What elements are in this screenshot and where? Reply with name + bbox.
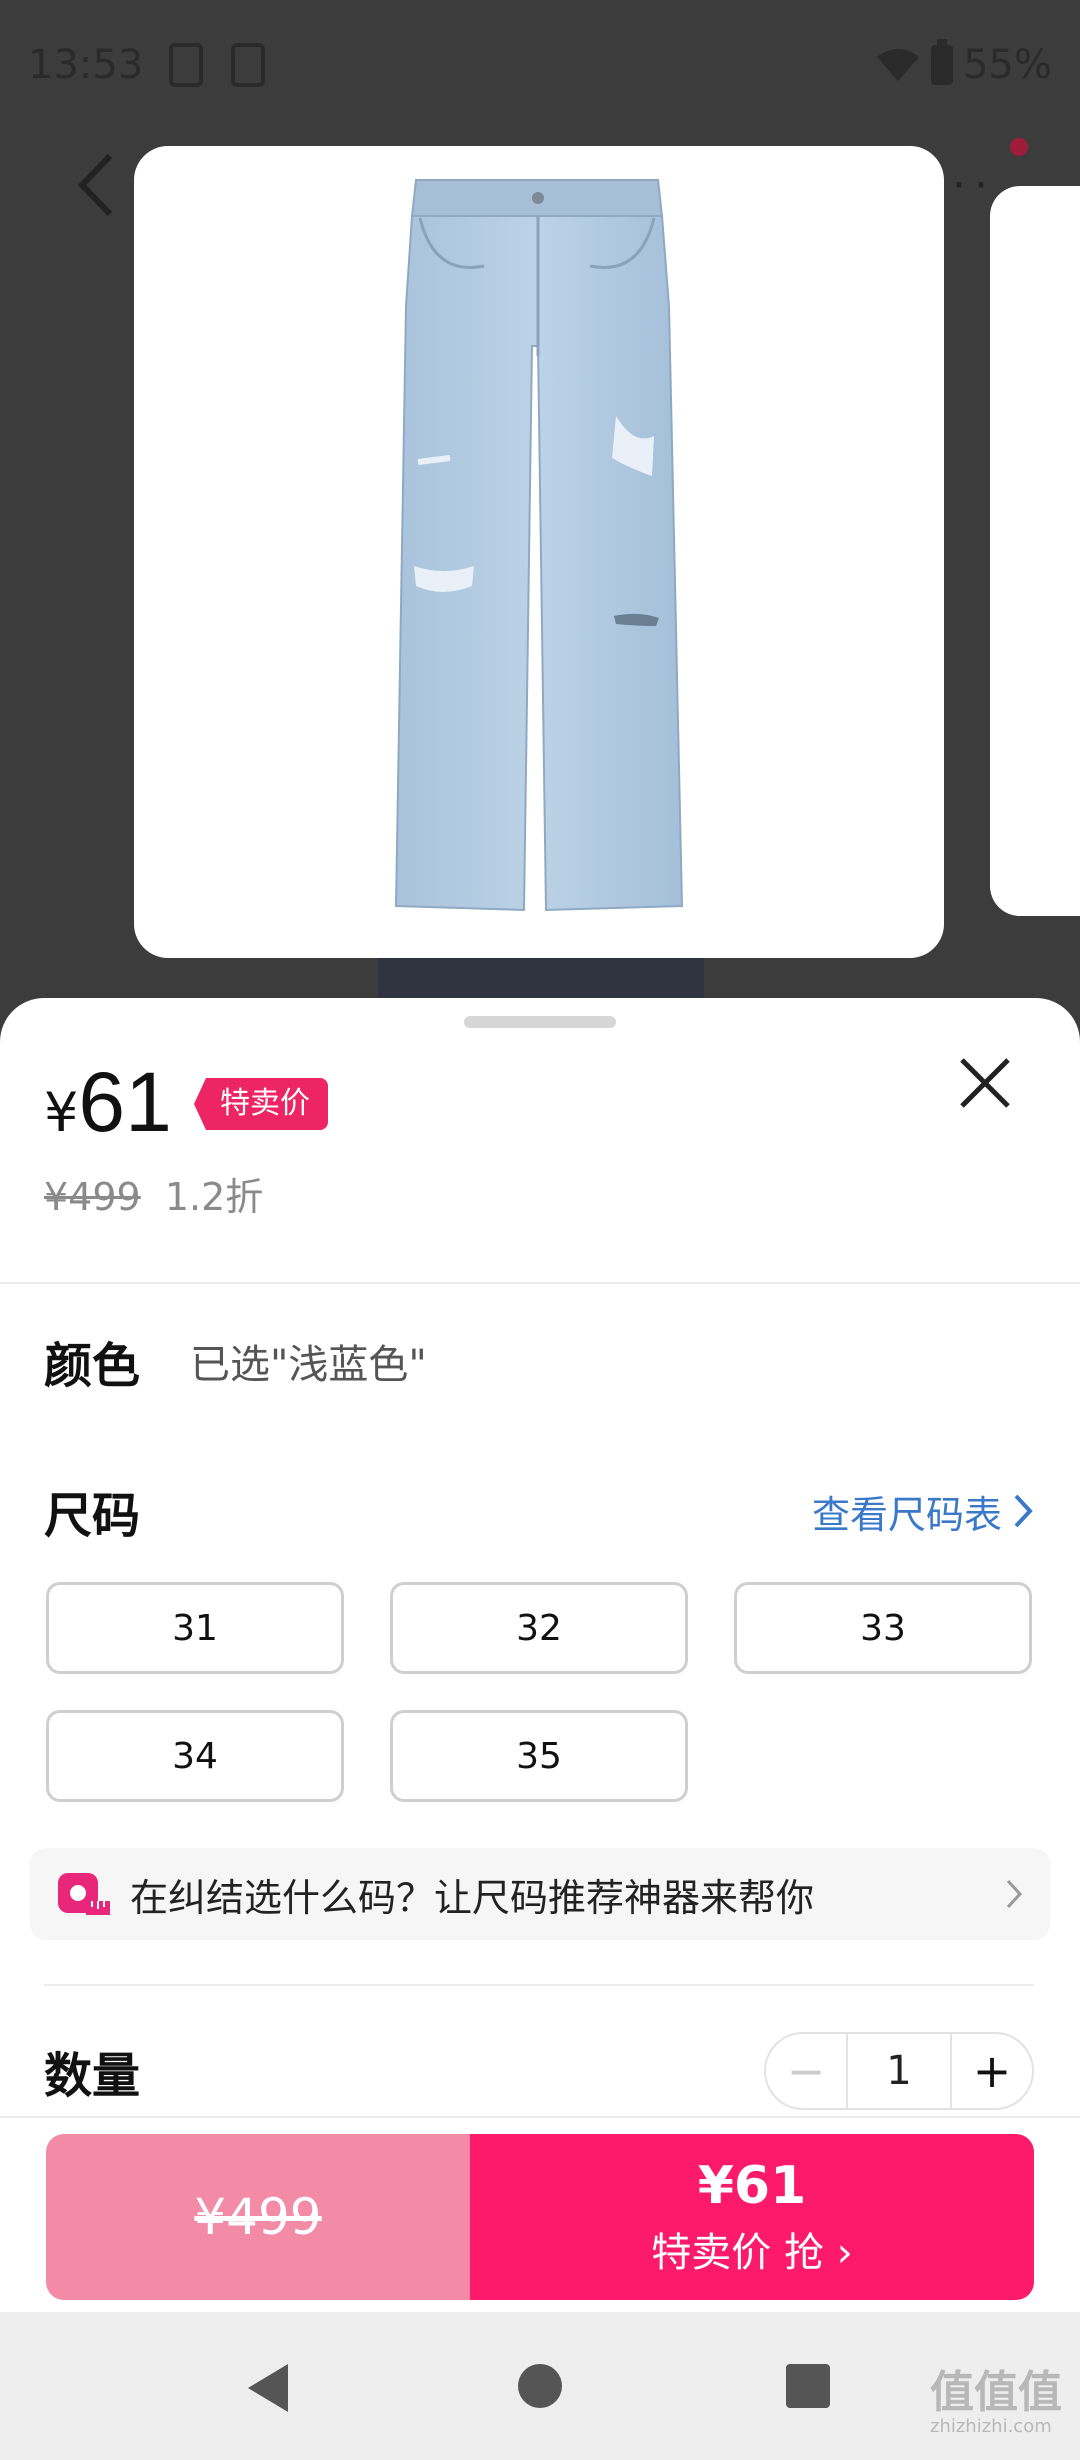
status-right: 55% — [875, 39, 1052, 88]
buy-sale-price: ¥61 — [697, 2156, 807, 2216]
screen-rotate-icon — [169, 43, 204, 87]
watermark: 值值值 — [930, 2367, 1062, 2418]
divider — [44, 1984, 1034, 1986]
price-row: ¥ 61 — [44, 1054, 194, 1151]
original-price: ¥499 — [44, 1175, 141, 1219]
size-row: 尺码 查看尺码表 — [44, 1476, 1034, 1546]
jeans-image — [394, 179, 684, 912]
chevron-right-icon — [1006, 1879, 1023, 1909]
watermark-url: zhizhizhi.com — [930, 2416, 1052, 2437]
size-recommend-text: 在纠结选什么码？让尺码推荐神器来帮你 — [130, 1875, 815, 1920]
sheet-handle[interactable] — [464, 1016, 616, 1028]
quantity-label: 数量 — [44, 2048, 141, 2104]
buy-original-price-button[interactable]: ¥499 — [46, 2134, 470, 2300]
battery-icon — [931, 39, 954, 85]
product-image-card[interactable] — [134, 146, 944, 958]
system-home-icon[interactable] — [518, 2364, 562, 2408]
size-label: 尺码 — [44, 1488, 141, 1544]
size-option-32[interactable]: 32 — [390, 1582, 688, 1674]
system-recents-icon[interactable] — [786, 2364, 830, 2408]
divider — [0, 1282, 1080, 1284]
original-price-row: ¥499 1.2折 — [44, 1166, 263, 1221]
chevron-left-icon — [77, 153, 113, 217]
battery-level: 55% — [963, 42, 1052, 88]
size-option-34[interactable]: 34 — [46, 1710, 344, 1802]
quantity-increase-button[interactable]: + — [952, 2034, 1032, 2108]
buy-sale-price-button[interactable]: ¥61 特卖价 抢 › — [470, 2134, 1034, 2300]
status-time: 13:53 — [28, 42, 144, 88]
size-option-35[interactable]: 35 — [390, 1710, 688, 1802]
discount-label: 1.2折 — [164, 1175, 264, 1219]
next-image-card[interactable] — [990, 186, 1080, 916]
quantity-value[interactable]: 1 — [846, 2034, 952, 2108]
quantity-decrease-button[interactable]: − — [766, 2034, 846, 2108]
quantity-stepper: − 1 + — [764, 2032, 1034, 2110]
size-option-31[interactable]: 31 — [46, 1582, 344, 1674]
sale-price: 61 — [78, 1055, 172, 1149]
sim-off-icon — [231, 43, 266, 87]
notification-dot — [1010, 138, 1028, 156]
system-nav-bar: 值值值 zhizhizhi.com — [0, 2312, 1080, 2460]
status-bar: 13:53 55% — [0, 0, 1080, 130]
back-button[interactable] — [70, 150, 130, 220]
action-bar: ¥499 ¥61 特卖价 抢 › — [0, 2116, 1080, 2310]
sku-bottom-sheet: ¥ 61 特卖价 ¥499 1.2折 颜色 已选"浅蓝色" 尺码 查看尺码表 3… — [0, 998, 1080, 2460]
size-recommend-bar[interactable]: 在纠结选什么码？让尺码推荐神器来帮你 — [30, 1848, 1050, 1940]
quantity-row: 数量 − 1 + — [44, 2032, 1034, 2110]
wifi-icon — [877, 49, 920, 81]
sale-price-tag: 特卖价 — [194, 1078, 328, 1130]
size-chart-link[interactable]: 查看尺码表 — [812, 1484, 1034, 1539]
chevron-right-icon — [1014, 1494, 1033, 1528]
size-chart-link-label: 查看尺码表 — [811, 1492, 1002, 1537]
system-back-icon[interactable] — [248, 2364, 288, 2412]
close-button[interactable] — [950, 1048, 1020, 1118]
color-selected: 已选"浅蓝色" — [190, 1342, 427, 1388]
close-icon — [960, 1058, 1010, 1108]
color-label: 颜色 — [44, 1338, 141, 1394]
size-option-33[interactable]: 33 — [734, 1582, 1032, 1674]
price-currency: ¥ — [44, 1081, 79, 1144]
buy-sale-label: 特卖价 抢 › — [651, 2230, 853, 2276]
tape-measure-icon — [58, 1873, 110, 1915]
color-row: 颜色 已选"浅蓝色" — [44, 1326, 427, 1396]
